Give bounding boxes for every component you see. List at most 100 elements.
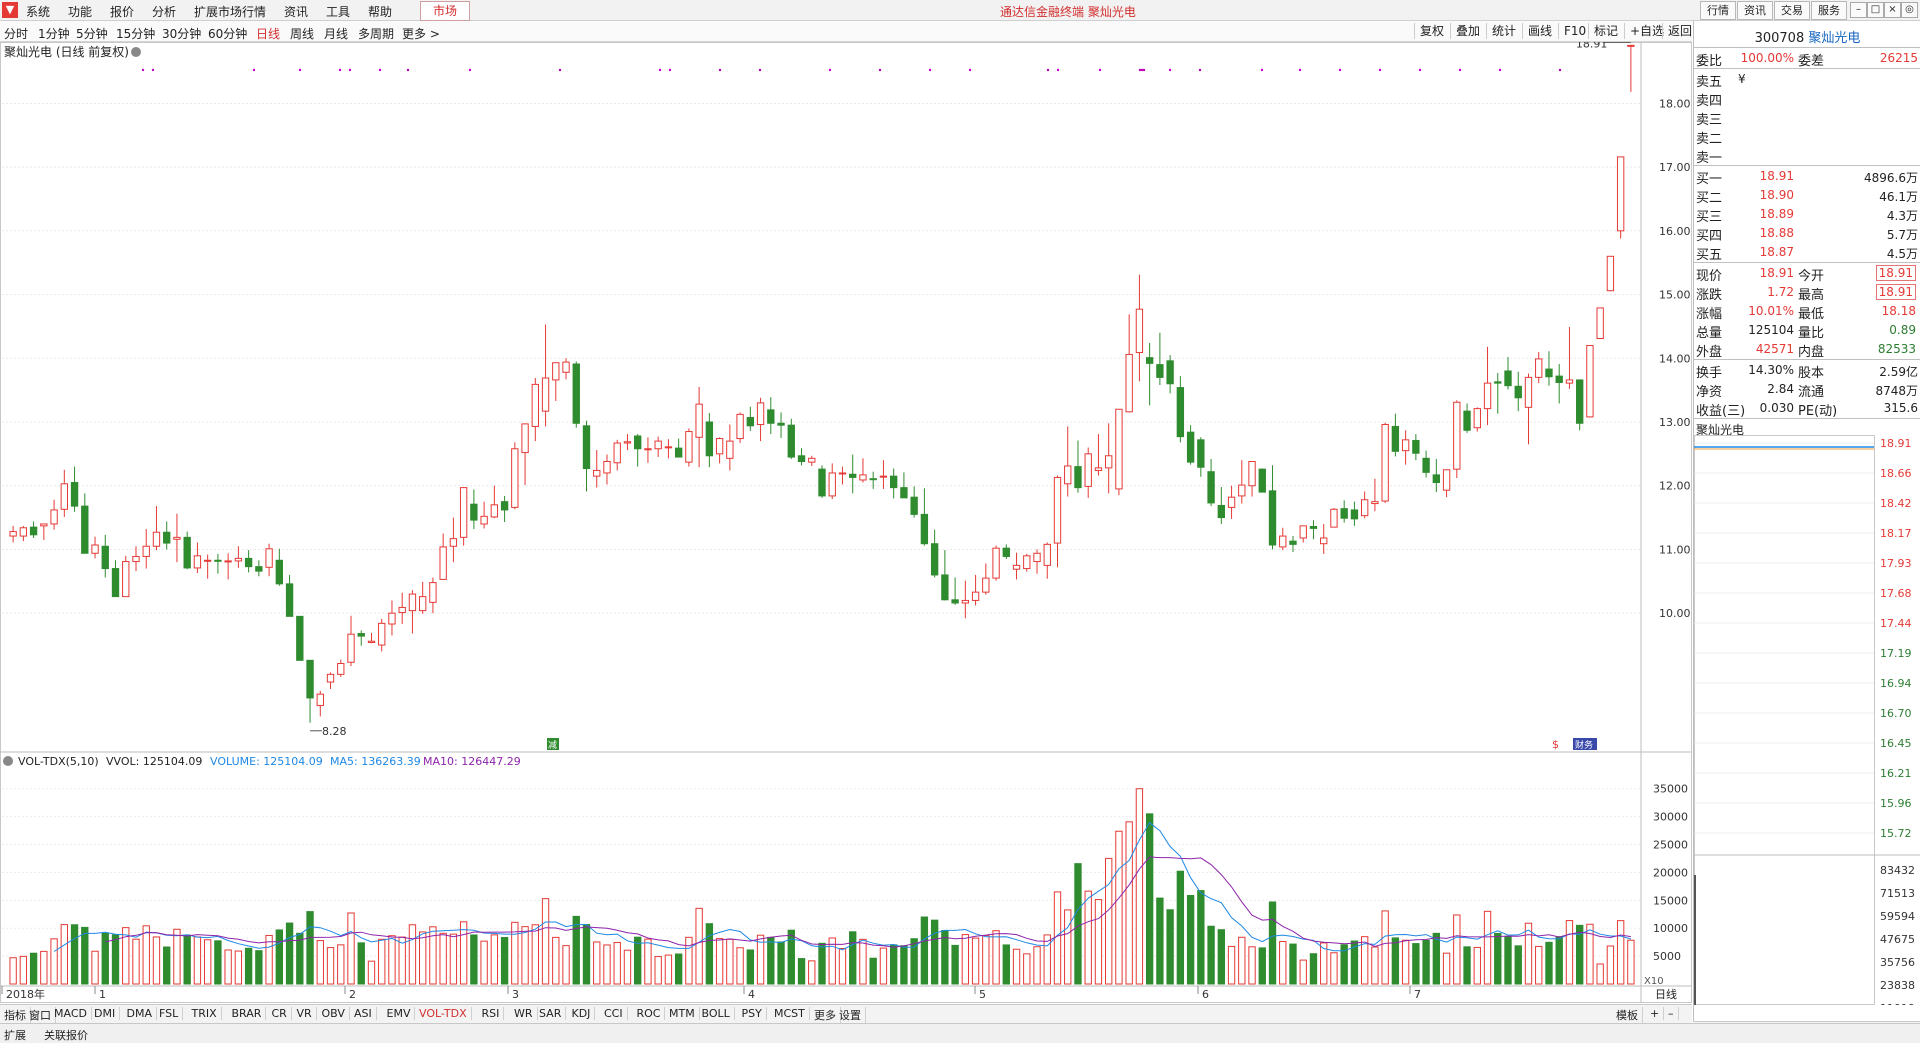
- ask-row[interactable]: 卖一: [1694, 146, 1920, 166]
- period-60min[interactable]: 60分钟: [208, 25, 247, 42]
- period-5min[interactable]: 5分钟: [76, 25, 108, 42]
- indicator-tab-23[interactable]: MCST: [774, 1007, 810, 1020]
- zoom-out-button[interactable]: –: [1668, 1007, 1679, 1020]
- divider: [1694, 359, 1920, 360]
- template-button[interactable]: 模板: [1616, 1007, 1643, 1023]
- indicator-tab-10[interactable]: OBV: [322, 1007, 350, 1020]
- volume-bar: [685, 936, 693, 985]
- mini-price-tick: 17.68: [1880, 587, 1912, 600]
- volume-bar: [40, 950, 48, 985]
- indicator-tab-16[interactable]: SAR: [539, 1007, 567, 1020]
- indicator-tab-24[interactable]: 更多: [814, 1007, 841, 1023]
- stat-value: 125104: [1748, 323, 1794, 337]
- restore-icon[interactable]: ◎: [1901, 2, 1918, 18]
- menu-quote[interactable]: 报价: [110, 3, 134, 20]
- hangqing-button[interactable]: 行情: [1700, 1, 1736, 20]
- fuquan-button[interactable]: 复权: [1414, 23, 1444, 39]
- f10-button[interactable]: F10: [1558, 23, 1586, 39]
- indicator-tab-1[interactable]: 窗口: [29, 1007, 56, 1023]
- candle-body: [1453, 401, 1461, 470]
- bid-volume: 4.3万: [1886, 209, 1918, 223]
- candle-body: [982, 577, 990, 593]
- period-1min[interactable]: 1分钟: [38, 25, 70, 42]
- ask-row[interactable]: 卖四: [1694, 89, 1920, 109]
- bid-row[interactable]: 买一 18.91 4896.6万: [1694, 167, 1920, 187]
- period-30min[interactable]: 30分钟: [162, 25, 201, 42]
- menu-tools[interactable]: 工具: [326, 3, 350, 20]
- minimize-icon[interactable]: –: [1850, 2, 1867, 18]
- indicator-tab-11[interactable]: ASI: [354, 1007, 377, 1020]
- indicator-tab-4[interactable]: DMA: [127, 1007, 157, 1020]
- indicator-tab-17[interactable]: KDJ: [572, 1007, 596, 1020]
- tongji-button[interactable]: 统计: [1486, 23, 1516, 39]
- indicator-tab-15[interactable]: WR: [514, 1007, 538, 1020]
- indicator-tab-6[interactable]: TRIX: [192, 1007, 222, 1020]
- volume-bar: [582, 924, 591, 985]
- indicator-tab-20[interactable]: MTM: [669, 1007, 700, 1020]
- bid-row[interactable]: 买五 18.87 4.5万: [1694, 243, 1920, 263]
- period-month[interactable]: 月线: [324, 25, 348, 42]
- market-button[interactable]: 市场: [420, 1, 470, 21]
- indicator-tab-3[interactable]: DMI: [94, 1007, 121, 1020]
- volume-bar: [1074, 863, 1082, 985]
- volume-bar: [255, 950, 263, 985]
- kline-chart[interactable]: 聚灿光电 (日线 前复权)18.0017.0016.0015.0014.0013…: [0, 42, 1692, 1003]
- mini-intraday-chart[interactable]: 18.91 18.66 18.42 18.17 17.93 17.68 17.44 17.19…: [1694, 435, 1920, 1005]
- mini-volume-tick: 71513: [1880, 887, 1915, 900]
- zixun-button[interactable]: 资讯: [1737, 1, 1773, 20]
- indicator-tab-0[interactable]: 指标: [4, 1007, 31, 1023]
- bid-row[interactable]: 买三 18.89 4.3万: [1694, 205, 1920, 225]
- jiaoyi-button[interactable]: 交易: [1774, 1, 1810, 20]
- stat-value: 42571: [1755, 342, 1794, 356]
- period-15min[interactable]: 15分钟: [116, 25, 155, 42]
- indicator-tab-7[interactable]: BRAR: [232, 1007, 267, 1020]
- diejia-button[interactable]: 叠加: [1450, 23, 1480, 39]
- ask-row[interactable]: 卖二: [1694, 127, 1920, 147]
- ask-row[interactable]: 卖五 ¥: [1694, 70, 1920, 90]
- volume-bar: [439, 932, 447, 985]
- indicator-tab-21[interactable]: BOLL: [702, 1007, 735, 1020]
- bid-row[interactable]: 买四 18.88 5.7万: [1694, 224, 1920, 244]
- candle-body: [797, 455, 806, 463]
- bid-row[interactable]: 买二 18.90 46.1万: [1694, 186, 1920, 206]
- indicator-tab-8[interactable]: CR: [272, 1007, 292, 1020]
- indicator-tab-19[interactable]: ROC: [637, 1007, 666, 1020]
- volume-bar: [398, 936, 406, 985]
- app-logo-icon[interactable]: ▼: [2, 2, 18, 18]
- indicator-tab-25[interactable]: 设置: [839, 1007, 866, 1023]
- indicator-tab-9[interactable]: VR: [297, 1007, 317, 1020]
- indicator-tab-14[interactable]: RSI: [482, 1007, 505, 1020]
- huaxian-button[interactable]: 画线: [1522, 23, 1552, 39]
- volume-bar: [1135, 788, 1144, 985]
- candle-body: [378, 622, 386, 646]
- candle-body: [992, 547, 1000, 579]
- indicator-tab-18[interactable]: CCI: [604, 1007, 628, 1020]
- period-more[interactable]: 更多 >: [402, 25, 440, 42]
- biaoji-button[interactable]: 标记: [1588, 23, 1618, 39]
- menu-system[interactable]: 系统: [26, 3, 50, 20]
- indicator-tab-5[interactable]: FSL: [159, 1007, 184, 1020]
- volume-bar: [1125, 821, 1133, 985]
- menu-extended-market[interactable]: 扩展市场行情: [194, 3, 266, 20]
- menu-function[interactable]: 功能: [68, 3, 92, 20]
- period-fenshi[interactable]: 分时: [4, 25, 28, 42]
- period-day[interactable]: 日线: [256, 25, 280, 42]
- indicator-tab-13[interactable]: VOL-TDX: [419, 1007, 472, 1020]
- period-week[interactable]: 周线: [290, 25, 314, 42]
- ask-row[interactable]: 卖三: [1694, 108, 1920, 128]
- close-icon[interactable]: ×: [1884, 2, 1901, 18]
- menu-help[interactable]: 帮助: [368, 3, 392, 20]
- period-multi[interactable]: 多周期: [358, 25, 394, 42]
- indicator-tab-2[interactable]: MACD: [54, 1007, 92, 1020]
- menu-analysis[interactable]: 分析: [152, 3, 176, 20]
- indicator-tab-12[interactable]: EMV: [387, 1007, 416, 1020]
- zoom-in-button[interactable]: +: [1650, 1007, 1665, 1020]
- status-related-quote[interactable]: 关联报价: [44, 1027, 88, 1043]
- status-extend[interactable]: 扩展: [4, 1027, 26, 1043]
- maximize-icon[interactable]: □: [1867, 2, 1884, 18]
- fuwu-button[interactable]: 服务: [1811, 1, 1847, 20]
- add-watchlist-button[interactable]: +自选: [1624, 23, 1664, 39]
- indicator-tab-22[interactable]: PSY: [742, 1007, 767, 1020]
- menu-news[interactable]: 资讯: [284, 3, 308, 20]
- back-button[interactable]: 返回: [1662, 23, 1692, 39]
